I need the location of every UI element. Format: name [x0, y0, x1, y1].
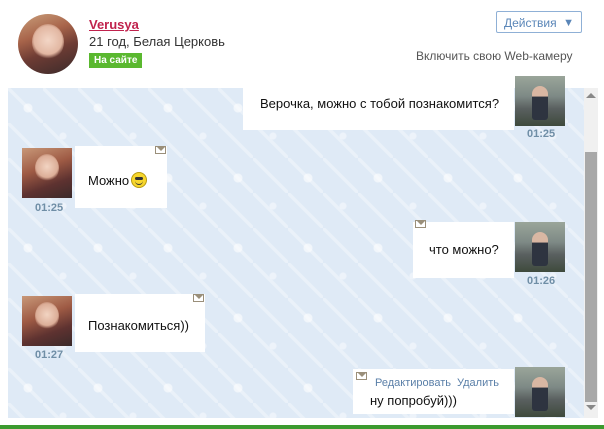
envelope-icon: [193, 294, 204, 302]
scroll-up-arrow-icon[interactable]: [586, 93, 596, 98]
message-time: 01:27: [35, 349, 64, 361]
delete-message-link[interactable]: Удалить: [457, 377, 499, 389]
profile-avatar[interactable]: [18, 14, 78, 74]
online-status-badge: На сайте: [89, 53, 143, 68]
actions-dropdown-button[interactable]: Действия ▼: [496, 11, 582, 33]
message-time: 01:26: [527, 275, 556, 287]
actions-label: Действия: [504, 16, 557, 30]
chevron-down-icon: ▼: [563, 17, 574, 29]
message-time: 01:25: [527, 128, 556, 140]
sender-avatar[interactable]: [22, 296, 72, 346]
scroll-down-arrow-icon[interactable]: [586, 405, 596, 410]
envelope-icon: [155, 146, 166, 154]
enable-webcam-link[interactable]: Включить свою Web-камеру: [416, 49, 573, 63]
message-bubble: Верочка, можно с тобой познакомится?: [243, 88, 514, 130]
message-text: Познакомиться)): [88, 318, 189, 333]
sender-avatar[interactable]: [515, 222, 565, 272]
message-bubble: что можно?: [413, 222, 514, 278]
sender-avatar[interactable]: [515, 76, 565, 126]
chat-header: Verusya 21 год, Белая Церковь На сайте Д…: [0, 0, 604, 88]
message-text: Верочка, можно с тобой познакомится?: [260, 96, 500, 111]
envelope-icon: [356, 372, 367, 380]
envelope-icon: [415, 220, 426, 228]
message-bubble: Можно: [75, 146, 167, 208]
sender-avatar[interactable]: [515, 367, 565, 417]
profile-name-link[interactable]: Verusya: [89, 17, 139, 32]
bottom-divider: [0, 425, 604, 429]
sender-avatar[interactable]: [22, 148, 72, 198]
message-text: ну попробуй))): [370, 393, 457, 408]
message-text: что можно?: [429, 242, 499, 257]
message-text: Можно: [88, 173, 130, 188]
smiley-icon: [131, 172, 148, 188]
scrollbar-thumb[interactable]: [585, 152, 597, 402]
edit-message-link[interactable]: Редактировать: [375, 377, 451, 389]
profile-info: 21 год, Белая Церковь: [89, 34, 225, 49]
message-bubble: Познакомиться)): [75, 294, 205, 352]
message-bubble: ну попробуй))): [353, 369, 514, 414]
message-time: 01:25: [35, 202, 64, 214]
